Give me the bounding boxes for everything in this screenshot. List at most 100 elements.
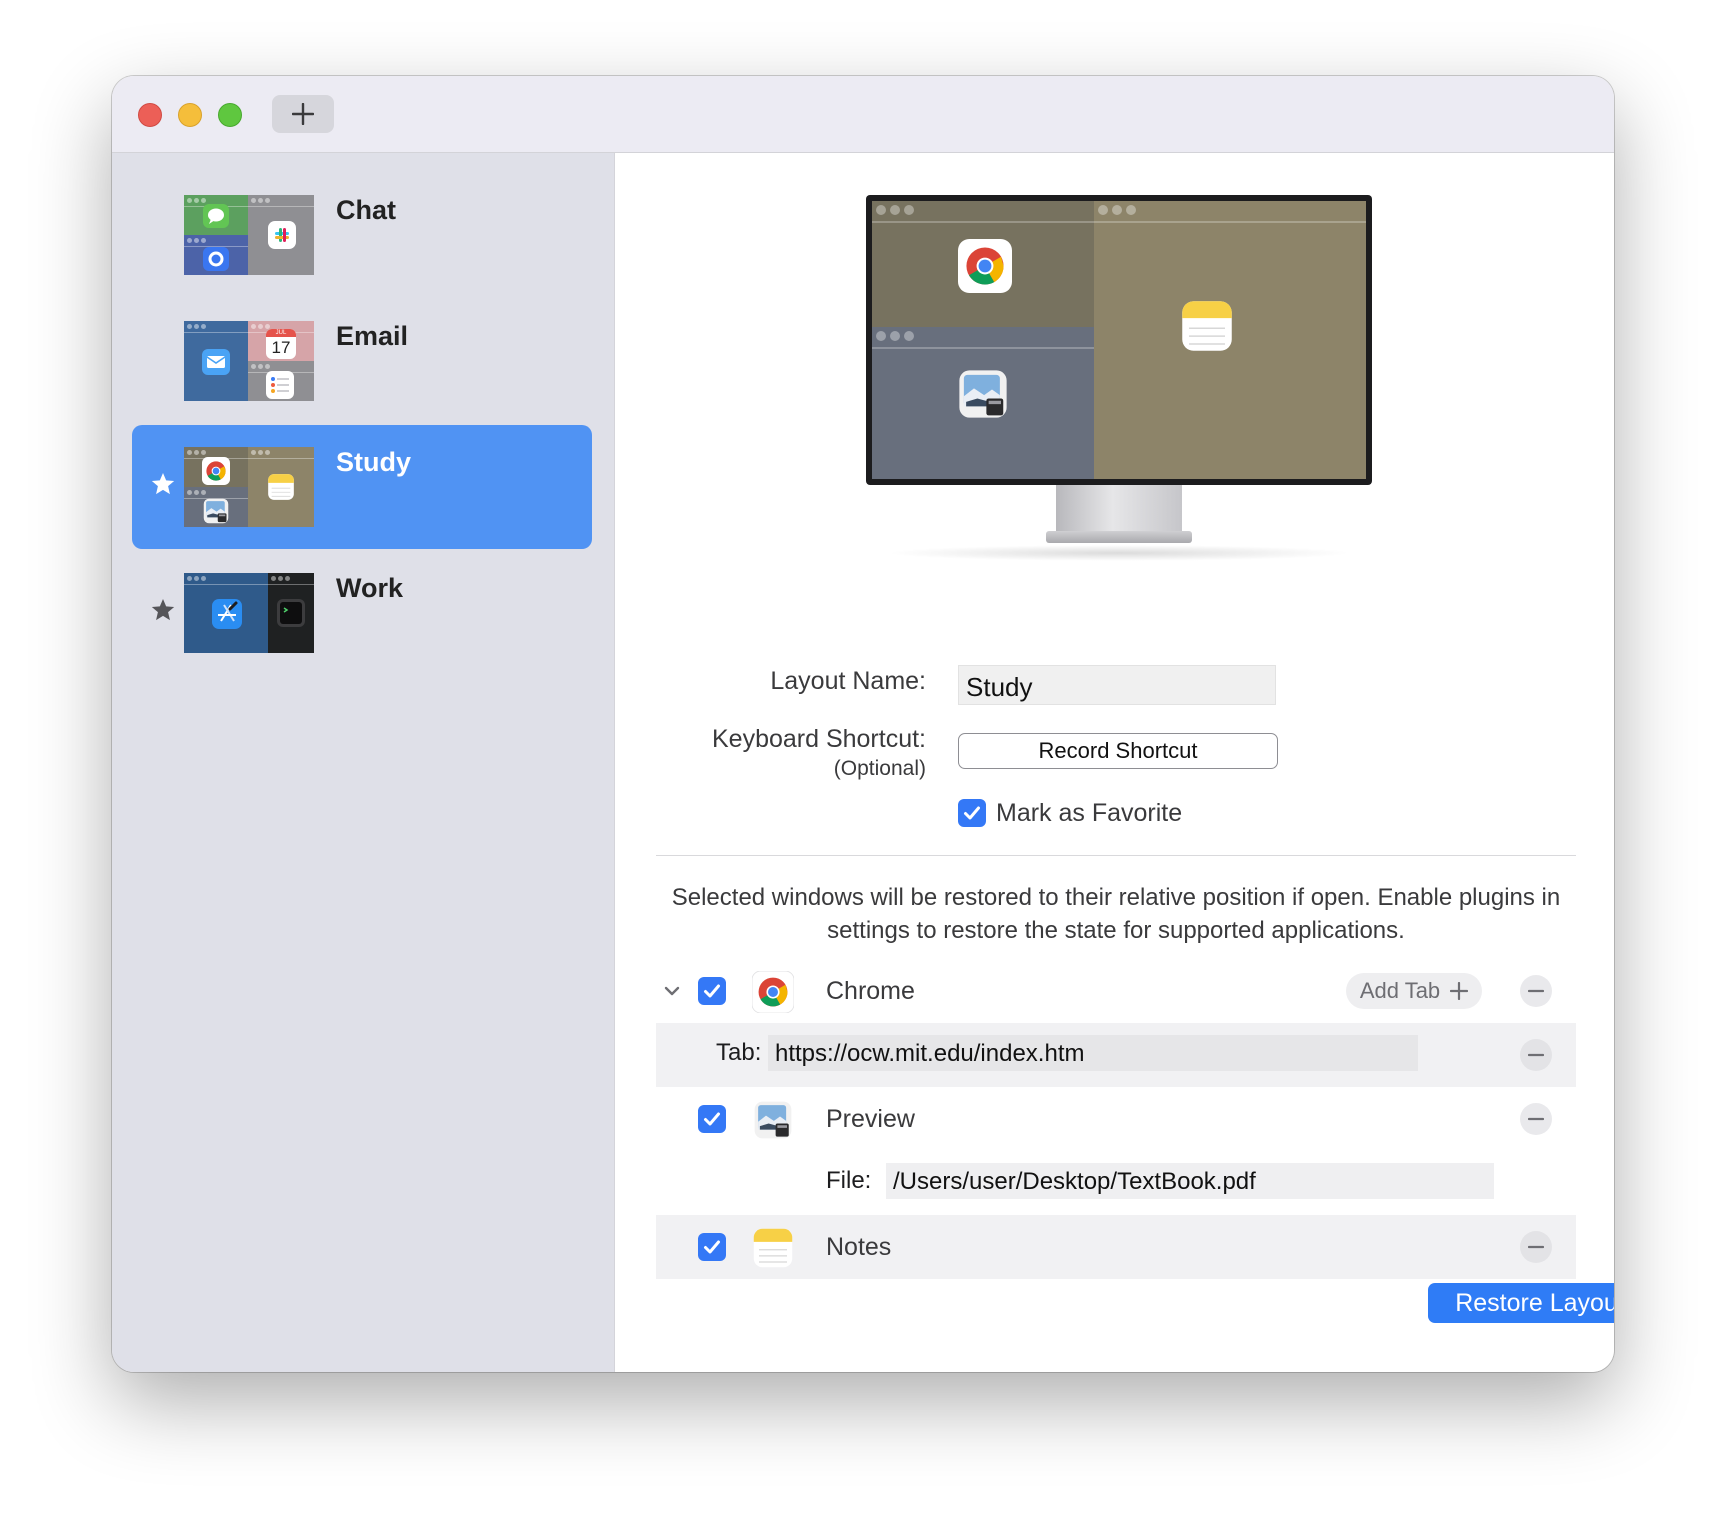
xcode-icon: [212, 599, 242, 629]
monitor-shadow: [886, 545, 1352, 561]
thumb-window: [184, 573, 268, 653]
notes-checkbox[interactable]: [698, 1233, 726, 1261]
monitor-stand: [1056, 485, 1182, 533]
preview-icon: [956, 367, 1010, 421]
thumb-window: [248, 195, 314, 275]
favorite-star-icon: [150, 597, 176, 623]
layout-name-label: Work: [336, 573, 404, 603]
chrome-icon: [202, 457, 230, 485]
window-row-preview: Preview: [656, 1087, 1576, 1151]
mark-as-favorite-label: Mark as Favorite: [996, 799, 1183, 827]
layout-name-label: Layout Name:: [770, 667, 926, 695]
preview-icon: [752, 1099, 794, 1141]
tab-label: Tab:: [716, 1039, 762, 1066]
sidebar-item-chat[interactable]: Chat: [132, 173, 592, 297]
app-window: Chat JUL 17 Email Study Work Layout Name…: [112, 76, 1614, 1372]
layouts-sidebar: Chat JUL 17 Email Study Work: [112, 153, 615, 1372]
tab-url-field[interactable]: https://ocw.mit.edu/index.htm: [768, 1035, 1418, 1071]
favorite-checkbox[interactable]: [958, 799, 986, 827]
checkmark-icon: [964, 806, 980, 820]
checkmark-icon: [704, 984, 720, 998]
minimize-button[interactable]: [178, 103, 202, 127]
add-layout-button[interactable]: [272, 95, 334, 133]
layout-thumbnail: [184, 195, 314, 275]
monitor-bezel: [866, 195, 1372, 485]
add-tab-label: Add Tab: [1359, 978, 1441, 1003]
layout-name-label: Study: [336, 447, 412, 477]
monitor-preview: [866, 195, 1372, 561]
thumb-window: [184, 195, 248, 235]
layout-thumbnail: [184, 447, 314, 527]
preview-file-row: File: /Users/user/Desktop/TextBook.pdf: [656, 1151, 1576, 1215]
title-bar: [112, 76, 1614, 153]
sidebar-item-study[interactable]: Study: [132, 425, 592, 549]
thumb-window: [248, 447, 314, 527]
file-label: File:: [826, 1167, 872, 1194]
remove-window-button[interactable]: [1520, 975, 1552, 1007]
chrome-tab-row: Tab: https://ocw.mit.edu/index.htm: [656, 1023, 1576, 1087]
record-shortcut-button[interactable]: Record Shortcut: [958, 733, 1278, 769]
monitor-screen: [872, 201, 1366, 479]
thumb-window: [184, 235, 248, 275]
app-name: Chrome: [826, 977, 915, 1005]
minus-icon: [1528, 1053, 1544, 1057]
calendar-icon: JUL 17: [266, 329, 296, 359]
calendar-day: 17: [271, 338, 291, 357]
app-name: Preview: [826, 1105, 915, 1133]
thumb-window: JUL 17: [248, 321, 314, 361]
thumb-window: [268, 573, 314, 653]
chrome-checkbox[interactable]: [698, 977, 726, 1005]
sidebar-item-email[interactable]: JUL 17 Email: [132, 299, 592, 423]
zoom-button[interactable]: [218, 103, 242, 127]
layout-name-label: Email: [336, 321, 409, 351]
add-tab-button[interactable]: Add Tab: [1346, 973, 1482, 1009]
close-button[interactable]: [138, 103, 162, 127]
preview-checkbox[interactable]: [698, 1105, 726, 1133]
checkmark-icon: [704, 1240, 720, 1254]
file-path-field[interactable]: /Users/user/Desktop/TextBook.pdf: [886, 1163, 1494, 1199]
notes-icon: [267, 473, 295, 501]
terminal-icon: [277, 599, 305, 627]
window-row-chrome: Chrome Add Tab: [656, 959, 1576, 1023]
window-preview-chrome[interactable]: [872, 201, 1094, 327]
checkmark-icon: [704, 1112, 720, 1126]
thumb-window: [248, 361, 314, 401]
minus-icon: [1528, 989, 1544, 993]
layout-name-field[interactable]: Study: [958, 665, 1276, 705]
chrome-icon: [958, 239, 1012, 293]
thumb-window: [184, 321, 248, 401]
layout-thumbnail: [184, 573, 314, 653]
layout-name-label: Chat: [336, 195, 396, 225]
restore-layout-button[interactable]: Restore Layout: [1428, 1283, 1614, 1323]
chevron-down-icon[interactable]: [662, 981, 682, 1001]
plus-icon: [1450, 982, 1469, 1000]
window-row-notes: Notes: [656, 1215, 1576, 1279]
sidebar-item-work[interactable]: Work: [132, 551, 592, 675]
layout-thumbnail: JUL 17: [184, 321, 314, 401]
remove-window-button[interactable]: [1520, 1103, 1552, 1135]
preview-icon: [202, 497, 230, 525]
minus-icon: [1528, 1117, 1544, 1121]
remove-window-button[interactable]: [1520, 1231, 1552, 1263]
restore-description: Selected windows will be restored to the…: [671, 884, 1561, 944]
section-divider: [656, 855, 1576, 856]
window-preview-notes[interactable]: [1094, 201, 1366, 479]
minus-icon: [1528, 1245, 1544, 1249]
thumb-window: [184, 447, 248, 487]
notes-icon: [752, 1227, 794, 1269]
notes-icon: [1180, 299, 1234, 353]
messages-icon: [203, 204, 229, 228]
favorite-star-icon: [150, 471, 176, 497]
window-preview-preview[interactable]: [872, 327, 1094, 479]
chrome-icon: [752, 971, 794, 1013]
remove-tab-button[interactable]: [1520, 1039, 1552, 1071]
keyboard-shortcut-label: Keyboard Shortcut:: [711, 725, 926, 753]
optional-label: (Optional): [833, 757, 926, 780]
mail-icon: [202, 349, 230, 375]
layout-detail-pane: Layout Name: Study Keyboard Shortcut: (O…: [616, 153, 1614, 1372]
thumb-window: [184, 487, 248, 527]
monitor-base: [1046, 531, 1192, 543]
calendar-month: JUL: [266, 329, 296, 337]
slack-icon: [268, 221, 296, 249]
app-name: Notes: [826, 1233, 892, 1261]
